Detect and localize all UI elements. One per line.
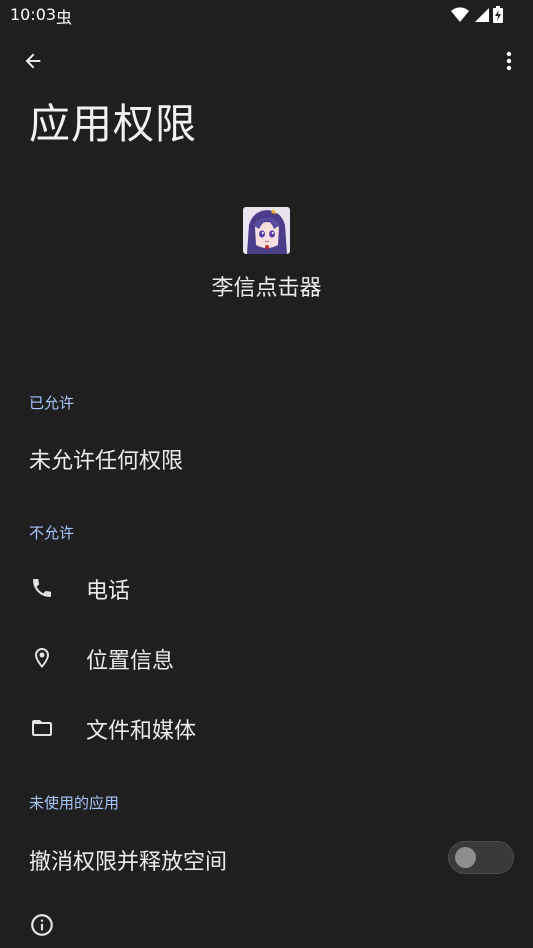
revoke-permissions-toggle[interactable] — [448, 841, 514, 874]
permission-item-phone[interactable]: 电话 — [0, 553, 533, 623]
app-header: 李信点击器 — [0, 207, 533, 302]
app-bar — [0, 30, 533, 90]
info-icon — [29, 912, 55, 938]
page-title: 应用权限 — [29, 100, 197, 148]
more-vert-icon — [506, 51, 512, 71]
back-button[interactable] — [16, 44, 50, 78]
location-icon — [29, 645, 55, 671]
battery-charging-icon — [493, 6, 503, 23]
section-header-not-allowed: 不允许 — [29, 524, 75, 542]
anime-avatar-icon — [243, 207, 290, 254]
status-time: 10:03 — [10, 5, 57, 24]
status-icons — [451, 6, 503, 23]
phone-icon — [29, 575, 55, 601]
app-icon — [243, 207, 290, 254]
revoke-permissions-label: 撤消权限并释放空间 — [29, 850, 228, 875]
status-bar: 10:03 虫 — [0, 0, 533, 30]
more-options-button[interactable] — [495, 44, 523, 78]
permission-item-location[interactable]: 位置信息 — [0, 623, 533, 693]
arrow-back-icon — [25, 53, 41, 69]
section-header-allowed: 已允许 — [29, 394, 75, 412]
no-permissions-allowed-text: 未允许任何权限 — [29, 449, 184, 474]
section-header-unused-apps: 未使用的应用 — [29, 794, 120, 812]
permission-label-files-media: 文件和媒体 — [86, 719, 197, 744]
revoke-permissions-row[interactable]: 撤消权限并释放空间 — [0, 825, 533, 891]
permission-label-location: 位置信息 — [86, 649, 175, 674]
wifi-icon — [451, 6, 469, 22]
folder-icon — [29, 715, 55, 741]
permission-item-files-media[interactable]: 文件和媒体 — [0, 693, 533, 763]
debug-bug-icon: 虫 — [56, 8, 73, 27]
app-name: 李信点击器 — [211, 276, 322, 301]
permission-label-phone: 电话 — [86, 579, 131, 604]
signal-icon — [475, 7, 489, 22]
toggle-thumb — [455, 847, 476, 868]
